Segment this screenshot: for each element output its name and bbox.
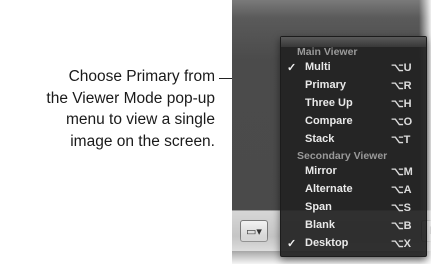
callout-line: menu to view a single — [65, 111, 215, 128]
menu-item-shortcut: ⌥X — [391, 238, 412, 250]
menu-item-label: Desktop — [305, 237, 349, 249]
callout-line: the Viewer Mode pop-up — [46, 89, 215, 107]
callout-line: Choose Primary from — [68, 68, 215, 85]
menu-item-label: Mirror — [305, 165, 337, 177]
menu-item-span[interactable]: Span ⌥S — [281, 199, 426, 217]
checkmark-icon: ✓ — [287, 238, 297, 250]
menu-item-label: Compare — [305, 115, 353, 127]
menu-section-header-main-viewer: Main Viewer — [297, 46, 358, 58]
menu-item-label: Primary — [305, 79, 346, 91]
menu-item-mirror[interactable]: Mirror ⌥M — [281, 163, 426, 181]
menu-item-alternate[interactable]: Alternate ⌥A — [281, 181, 426, 199]
menu-item-shortcut: ⌥A — [391, 184, 412, 196]
menu-item-shortcut: ⌥M — [391, 166, 413, 178]
menu-item-compare[interactable]: Compare ⌥O — [281, 113, 426, 131]
callout-text: Choose Primary from the Viewer Mode pop-… — [0, 66, 215, 152]
menu-item-label: Stack — [305, 133, 335, 145]
menu-item-blank[interactable]: Blank ⌥B — [281, 217, 426, 235]
menu-section-header-secondary-viewer: Secondary Viewer — [297, 150, 388, 162]
menu-item-multi[interactable]: ✓ Multi ⌥U — [281, 59, 426, 77]
menu-item-stack[interactable]: Stack ⌥T — [281, 131, 426, 149]
callout-line: image on the screen. — [70, 132, 215, 150]
menu-item-shortcut: ⌥U — [391, 62, 412, 74]
menu-item-shortcut: ⌥O — [391, 116, 413, 128]
viewer-mode-menu: Main Viewer ✓ Multi ⌥U Primary ⌥R Three … — [280, 36, 427, 257]
checkmark-icon: ✓ — [287, 62, 297, 74]
menu-item-label: Multi — [305, 61, 331, 73]
menu-item-shortcut: ⌥H — [391, 98, 412, 110]
menu-item-desktop[interactable]: ✓ Desktop ⌥X — [281, 235, 426, 253]
menu-item-label: Span — [305, 201, 332, 213]
menu-item-shortcut: ⌥S — [391, 202, 412, 214]
menu-item-shortcut: ⌥B — [391, 220, 412, 232]
menu-item-primary[interactable]: Primary ⌥R — [281, 77, 426, 95]
menu-item-label: Blank — [305, 219, 335, 231]
menu-item-label: Three Up — [305, 97, 353, 109]
menu-item-shortcut: ⌥R — [391, 80, 412, 92]
menu-item-shortcut: ⌥T — [391, 134, 411, 146]
menu-item-three-up[interactable]: Three Up ⌥H — [281, 95, 426, 113]
menu-item-label: Alternate — [305, 183, 353, 195]
